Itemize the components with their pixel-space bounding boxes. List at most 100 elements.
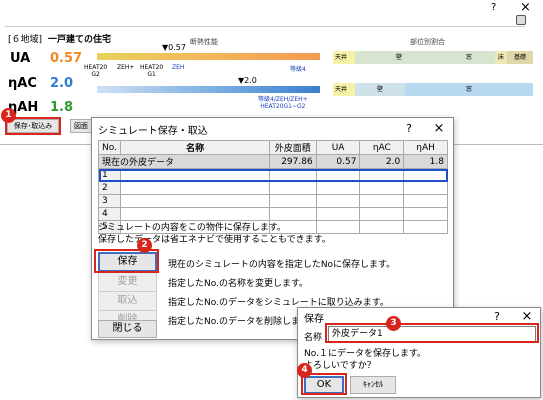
cell [315, 181, 361, 195]
ac-label: ηAC [8, 76, 37, 91]
row-number: 4 [97, 207, 122, 221]
table-row-current[interactable]: 現在の外皮データ 297.86 0.57 2.0 1.8 [98, 154, 448, 169]
perf-label: 断熱性能 [190, 38, 218, 46]
cell-ac: 2.0 [359, 154, 405, 169]
cell [403, 194, 448, 208]
cell-ah: 1.8 [403, 154, 448, 169]
cell [403, 207, 448, 221]
part-ceiling: 天井 [333, 51, 355, 64]
table-row[interactable]: 1 [97, 168, 448, 182]
table-row[interactable]: 4 [97, 207, 448, 221]
parts-row2: 天井 壁 窓 [333, 83, 533, 96]
highlight-name-input [325, 323, 539, 343]
row-number: 2 [97, 181, 122, 195]
cell [403, 181, 448, 195]
col-ac: ηAC [359, 140, 405, 155]
step-badge-3: 3 [386, 316, 401, 331]
import-button[interactable]: 取込 [98, 291, 157, 311]
cell-name[interactable] [120, 181, 270, 195]
dialog-title: シミュレート保存・取込 [98, 125, 208, 137]
ac-marker: ▼2.0 [238, 76, 257, 85]
ua-marker: ▼0.57 [162, 43, 186, 52]
info-line-2: 保存したデータは省エネナビで使用することもできます。 [98, 235, 331, 245]
message-line-1: No.１にデータを保存します。 [304, 349, 427, 359]
parts-label: 部位別割合 [410, 38, 445, 46]
part-wall: 壁 [355, 83, 405, 96]
cell [268, 168, 317, 182]
rename-desc: 指定したNo.の名称を変更します。 [168, 279, 309, 289]
close-button[interactable]: × [520, 0, 531, 15]
parts-row1: 天井 壁 窓 床 基礎 [333, 51, 533, 64]
ua-value: 0.57 [50, 51, 83, 66]
part-window: 窓 [405, 83, 533, 96]
close-button[interactable]: × [430, 121, 448, 137]
part-foundation: 基礎 [507, 51, 533, 64]
part-window: 窓 [443, 51, 495, 64]
divider [5, 26, 525, 27]
cell [359, 194, 405, 208]
save-title: 保存 [304, 313, 324, 325]
cell [359, 220, 405, 234]
dialog-titlebar: シミュレート保存・取込 [92, 118, 453, 140]
cell-name: 現在の外皮データ [98, 154, 270, 169]
table-row[interactable]: 2 [97, 181, 448, 195]
table-row[interactable]: 3 [97, 194, 448, 208]
cell [403, 220, 448, 234]
highlight-save [94, 249, 159, 273]
cell-area: 297.86 [268, 154, 317, 169]
ua-scale-bar [97, 53, 320, 60]
col-name: 名称 [120, 140, 270, 155]
help-button[interactable]: ? [491, 2, 496, 13]
col-area: 外皮面積 [268, 140, 317, 155]
close-dialog-button[interactable]: 閉じる [98, 320, 157, 338]
step-badge-1: 1 [1, 108, 16, 123]
table-header: No. 名称 外皮面積 UA ηAC ηAH [97, 140, 448, 155]
cell [359, 181, 405, 195]
save-desc: 現在のシミュレートの内容を指定したNoに保存します。 [168, 260, 396, 270]
delete-desc: 指定したNo.のデータを削除します。 [168, 317, 318, 327]
col-ua: UA [315, 140, 361, 155]
cell [315, 168, 361, 182]
cell [403, 168, 448, 182]
gear-icon[interactable] [516, 15, 526, 25]
row-number: 3 [97, 194, 122, 208]
ua-tick: HEAT20 G1 [140, 64, 164, 78]
message-line-2: よろしいですか？ [304, 361, 376, 371]
cell-name[interactable] [120, 207, 270, 221]
step-badge-2: 2 [137, 238, 152, 253]
rename-button[interactable]: 変更 [98, 272, 157, 292]
row-number: 1 [97, 168, 122, 182]
col-no: No. [97, 140, 122, 155]
cell [359, 168, 405, 182]
info-text: シミュレートの内容をこの物件に保存します。 保存したデータは省エネナビで使用する… [98, 222, 331, 246]
region-label: [６地域] [8, 35, 43, 45]
cell-name[interactable] [120, 194, 270, 208]
ua-tick: ZEH+ [117, 64, 135, 71]
part-wall: 壁 [355, 51, 443, 64]
data-table: No. 名称 外皮面積 UA ηAC ηAH 現在の外皮データ 297.86 0… [97, 140, 448, 234]
ua-tick: HEAT20 G2 [84, 64, 108, 78]
ah-value: 1.8 [50, 100, 74, 115]
cell [359, 207, 405, 221]
part-floor: 床 [495, 51, 507, 64]
step-badge-4: 4 [297, 363, 312, 378]
ac-tick: 等級4/ZEH/ZEH+ HEAT20G1~G2 [258, 96, 308, 110]
drawing-button[interactable]: 図面 [70, 119, 92, 133]
cell-name[interactable] [120, 168, 270, 182]
ac-scale-bar [97, 86, 320, 93]
cancel-button[interactable]: ｷｬﾝｾﾙ [350, 376, 396, 394]
help-button[interactable]: ? [400, 121, 418, 137]
ua-label: UA [10, 51, 31, 66]
cell [268, 181, 317, 195]
house-type-label: 一戸建ての住宅 [48, 35, 112, 45]
col-ah: ηAH [403, 140, 448, 155]
part-ceiling: 天井 [333, 83, 355, 96]
cell [268, 207, 317, 221]
cell [268, 194, 317, 208]
cell-ua: 0.57 [315, 154, 361, 169]
ua-tick: 等級4 [290, 66, 306, 73]
ac-value: 2.0 [50, 76, 74, 91]
info-line-1: シミュレートの内容をこの物件に保存します。 [98, 223, 286, 233]
cell [315, 207, 361, 221]
save-message: No.１にデータを保存します。 よろしいですか？ [304, 348, 426, 372]
